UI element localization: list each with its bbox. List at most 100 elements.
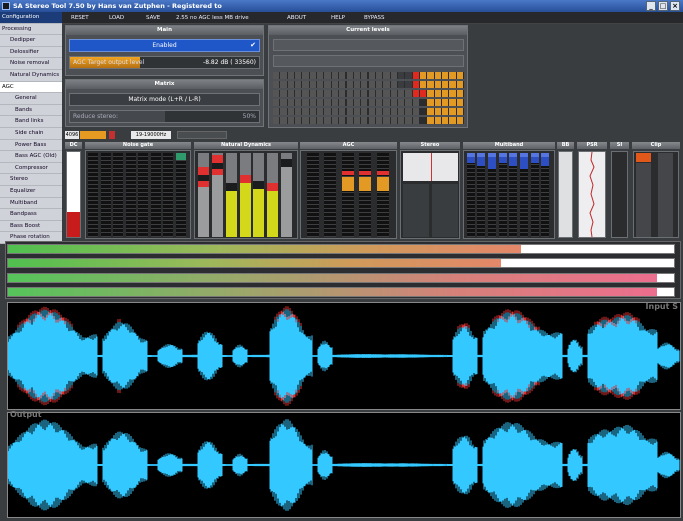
extra-slider[interactable] [177, 131, 227, 139]
level-slot [273, 39, 464, 51]
matrix-mode-select[interactable]: Matrix mode (L+R / L-R) [69, 93, 260, 106]
meter-segment [267, 183, 279, 191]
level-meter-row [273, 108, 464, 115]
level-segment [273, 117, 280, 124]
level-segment [442, 108, 449, 115]
level-segment [309, 117, 317, 124]
block-size: 4096 [65, 131, 79, 139]
meter-column [341, 153, 354, 237]
sidebar-item[interactable]: Bass Boost [0, 221, 62, 233]
level-segment [434, 117, 441, 124]
meter-column [211, 153, 223, 237]
meter-column [138, 153, 149, 237]
sidebar-item[interactable]: Bands [0, 105, 62, 117]
natural-dynamics-meter: Natural Dynamics [194, 142, 298, 239]
help-button[interactable]: HELP [331, 12, 345, 24]
level-segment [353, 108, 361, 115]
level-segment [405, 99, 412, 106]
level-segment [339, 99, 346, 106]
stereo-center-line [431, 153, 432, 181]
sidebar-item[interactable]: Power Bass [0, 140, 62, 152]
sidebar-item[interactable]: Multiband [0, 198, 62, 210]
level-segment [412, 108, 419, 115]
sidebar: Configuration Processing Dedipper Delossifi… [0, 12, 62, 244]
level-segment [397, 72, 405, 79]
sidebar-item[interactable]: Natural Dynamics [0, 70, 62, 82]
sidebar-item[interactable]: Side chain [0, 128, 62, 140]
sidebar-item[interactable]: Configuration [0, 12, 62, 24]
sidebar-item[interactable]: General [0, 93, 62, 105]
sidebar-item[interactable]: Compressor [0, 163, 62, 175]
preset-name[interactable]: 2.55 no AGC less MB drive [176, 12, 249, 24]
sidebar-item[interactable]: Dedipper [0, 35, 62, 47]
level-segment [302, 117, 309, 124]
output-level-bar [7, 273, 675, 283]
load-button[interactable]: LOAD [109, 12, 124, 24]
level-segment [449, 81, 456, 88]
meter-segment [466, 153, 475, 157]
reduce-stereo-slider[interactable]: Reduce stereo: 50% [69, 110, 260, 123]
meter-segment [520, 153, 528, 157]
meter-segment [211, 175, 223, 237]
level-segment [361, 108, 368, 115]
level-segment [353, 117, 361, 124]
level-segment [449, 117, 456, 124]
enabled-button[interactable]: Enabled ✔ [69, 39, 260, 52]
close-button[interactable]: × [670, 1, 680, 11]
psr-header: PSR [577, 142, 607, 149]
sidebar-item[interactable]: Equalizer [0, 186, 62, 198]
level-segment [287, 108, 294, 115]
level-segment [280, 117, 287, 124]
main-header: Main [66, 26, 263, 35]
output-level-fill [8, 274, 658, 282]
level-segment [331, 90, 339, 97]
output-waveform: Output [7, 410, 681, 518]
dc-level [67, 211, 80, 237]
level-segment [331, 117, 339, 124]
sidebar-item[interactable]: Delossifier [0, 47, 62, 59]
level-segment [368, 117, 375, 124]
level-segment [295, 72, 302, 79]
maximize-button[interactable]: □ [658, 1, 668, 11]
meter-column [488, 153, 496, 237]
minimize-button[interactable]: _ [646, 1, 656, 11]
sidebar-item[interactable]: Bass AGC (Old) [0, 151, 62, 163]
output-level-bar [7, 258, 675, 268]
meter-column [281, 153, 293, 237]
sidebar-item[interactable]: Stereo [0, 174, 62, 186]
level-segment [295, 99, 302, 106]
save-button[interactable]: SAVE [146, 12, 160, 24]
bypass-button[interactable]: BYPASS [364, 12, 385, 24]
bandwidth-field: 19-19000Hz [131, 131, 171, 139]
about-button[interactable]: ABOUT [287, 12, 306, 24]
level-segment [456, 72, 464, 79]
reset-button[interactable]: RESET [71, 12, 89, 24]
level-segment [287, 117, 294, 124]
sidebar-item[interactable]: Noise removal [0, 58, 62, 70]
dc-header: DC [65, 142, 82, 149]
level-segment [317, 72, 324, 79]
waveform-trace [8, 419, 680, 511]
sidebar-item[interactable]: Processing [0, 24, 62, 36]
clip-led-left [636, 153, 651, 162]
sidebar-item[interactable]: Bandpass [0, 209, 62, 221]
level-segment [449, 99, 456, 106]
level-segment [368, 81, 375, 88]
check-icon: ✔ [250, 41, 256, 49]
sidebar-item[interactable]: Band links [0, 116, 62, 128]
app-icon [2, 2, 10, 10]
level-segment [427, 72, 434, 79]
meter-segment [175, 153, 186, 160]
sidebar-item[interactable]: AGC [0, 81, 62, 94]
reduce-stereo-label: Reduce stereo: [73, 113, 118, 120]
agc-target-value: -8.82 dB ( 33560) [203, 59, 256, 66]
level-segment [390, 72, 397, 79]
level-segment [427, 90, 434, 97]
meter-segment [281, 153, 293, 159]
meter-column [324, 153, 336, 237]
level-segment [442, 72, 449, 79]
meter-segment [477, 153, 486, 157]
meter-segment [239, 183, 251, 237]
clip-bar-right [658, 153, 673, 237]
agc-target-slider[interactable]: AGC Target output level -8.82 dB ( 33560… [69, 56, 260, 69]
